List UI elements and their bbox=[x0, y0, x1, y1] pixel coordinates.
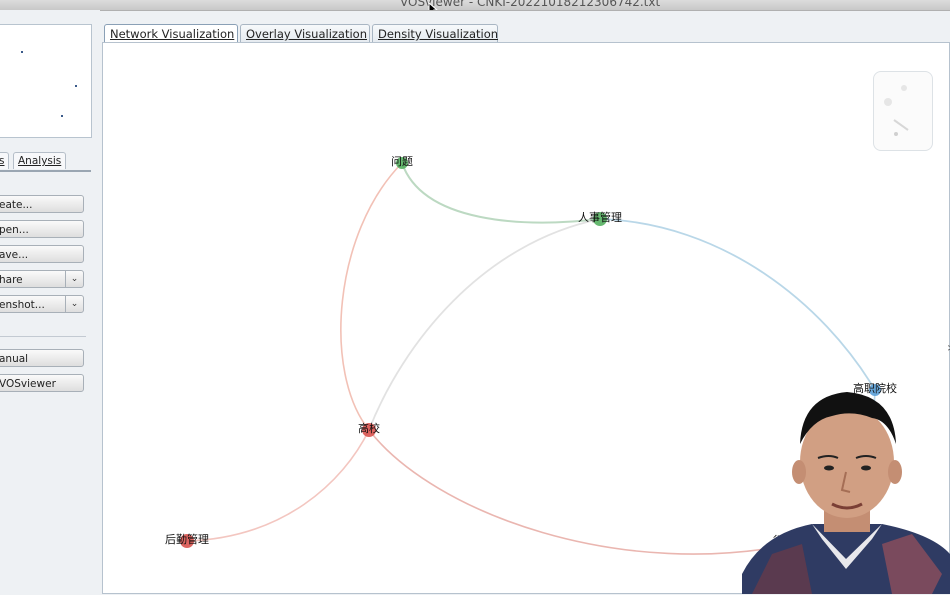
screenshot-button[interactable]: enshot... ⌄ bbox=[0, 295, 84, 313]
left-panel-tabs: s Analysis bbox=[0, 152, 91, 172]
link-gaoxiao-xingzheng bbox=[368, 429, 804, 555]
node-label-gaoxiao: 高校 bbox=[358, 421, 380, 435]
presenter-photo bbox=[742, 392, 950, 594]
minimap-dot bbox=[21, 51, 23, 53]
link-wenti-gaoxiao bbox=[340, 162, 403, 431]
tab-items[interactable]: s bbox=[0, 152, 10, 169]
tab-overlay-visualization[interactable]: Overlay Visualization bbox=[240, 24, 370, 42]
create-button[interactable]: eate... bbox=[0, 195, 84, 213]
window-title: VOSviewer - CNKI-20221018212306742.txt bbox=[400, 0, 661, 9]
node-label-wenti: 问题 bbox=[391, 155, 413, 168]
left-panel: s Analysis eate... pen... ave... hare ⌄ … bbox=[0, 10, 100, 594]
share-button-label: hare bbox=[0, 274, 23, 286]
tab-density-visualization[interactable]: Density Visualization bbox=[372, 24, 498, 42]
save-button[interactable]: ave... bbox=[0, 245, 84, 263]
zoom-navigator[interactable] bbox=[873, 71, 933, 151]
window-titlebar: VOSviewer - CNKI-20221018212306742.txt bbox=[0, 0, 950, 11]
chevron-down-icon[interactable]: ⌄ bbox=[65, 271, 83, 287]
open-button[interactable]: pen... bbox=[0, 220, 84, 238]
manual-button[interactable]: anual bbox=[0, 349, 84, 367]
minimap-dot bbox=[75, 85, 77, 87]
map-minimap[interactable] bbox=[0, 24, 92, 138]
minimap-dot bbox=[61, 115, 63, 117]
chevron-down-icon[interactable]: ⌄ bbox=[65, 296, 83, 312]
presenter-webcam bbox=[742, 384, 950, 594]
link-renshi-gaoxiao bbox=[368, 218, 601, 431]
node-label-renshi: 人事管理 bbox=[578, 210, 622, 224]
tab-analysis[interactable]: Analysis bbox=[13, 152, 67, 169]
zoom-navigator-icon bbox=[884, 85, 909, 136]
share-button[interactable]: hare ⌄ bbox=[0, 270, 84, 288]
about-vosviewer-button[interactable]: VOSviewer bbox=[0, 374, 84, 392]
tab-network-visualization[interactable]: Network Visualization bbox=[104, 24, 238, 42]
divider bbox=[0, 336, 86, 337]
link-renshi-gaozhi bbox=[599, 218, 876, 391]
mouse-cursor-icon bbox=[428, 2, 438, 10]
link-gaoxiao-houqin bbox=[186, 429, 370, 542]
screenshot-button-label: enshot... bbox=[0, 299, 45, 311]
link-wenti-renshi bbox=[401, 162, 601, 224]
node-label-houqin: 后勤管理 bbox=[165, 532, 209, 546]
